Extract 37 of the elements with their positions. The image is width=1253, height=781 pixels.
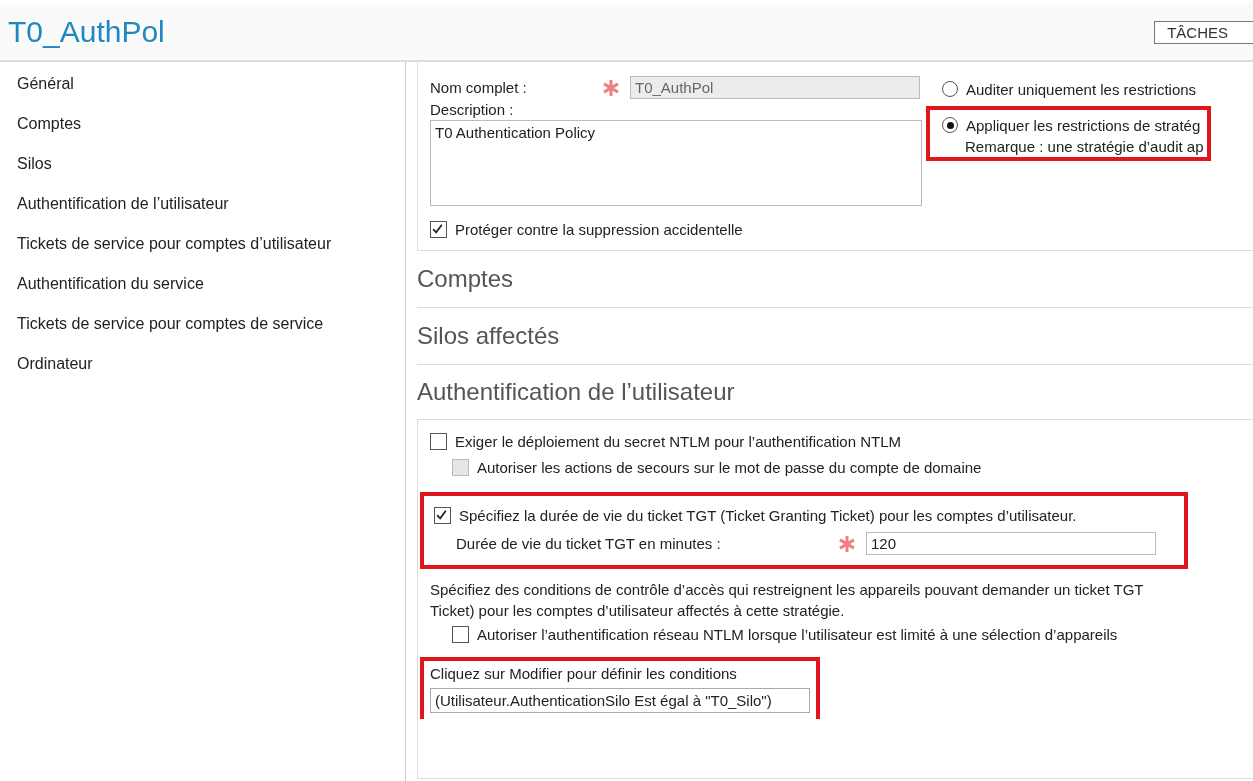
checkbox-label: Autoriser les actions de secours sur le mot de passe du compte de domaine <box>477 458 982 476</box>
checkbox[interactable] <box>430 432 447 450</box>
tasks-button[interactable]: TÂCHES <box>1154 20 1253 44</box>
radio-label: Auditer uniquement les restrictions <box>966 80 1197 98</box>
window-title: T0_AuthPol <box>7 15 165 49</box>
nav-link[interactable]: Comptes <box>0 114 405 154</box>
nav-link[interactable]: Ordinateur <box>0 354 405 394</box>
description-field[interactable]: T0 Authentication Policy <box>430 120 922 206</box>
field-label: Durée de vie du ticket TGT en minutes : <box>456 535 722 552</box>
section-heading[interactable]: Silos affectés <box>417 322 560 350</box>
checkbox-label: Protéger contre la suppression accidentelle <box>455 220 743 238</box>
checkbox-label: Spécifiez la durée de vie du ticket TGT (Ticket Granting Ticket) pour les comptes d’utilisateur. <box>459 506 1077 524</box>
radio-label: Appliquer les restrictions de stratég <box>966 116 1201 134</box>
checkbox[interactable] <box>452 625 469 643</box>
checkbox-label: Exiger le déploiement du secret NTLM pour l’authentification NTLM <box>455 432 902 450</box>
field-label: Description : <box>430 101 515 118</box>
note-text: Remarque : une stratégie d’audit ap <box>964 138 1204 155</box>
name-field[interactable]: T0_AuthPol <box>630 76 920 99</box>
checkbox-label: Autoriser l’authentification réseau NTLM lorsque l’utilisateur est limité à une sélection d’appareils <box>477 625 1118 643</box>
description-text: Ticket) pour les comptes d’utilisateur affectés à cette stratégie. <box>430 601 846 621</box>
checkbox[interactable] <box>434 506 451 524</box>
required-icon <box>602 78 620 97</box>
nav-link[interactable]: Authentification du service <box>0 274 405 314</box>
conditions-field[interactable]: (Utilisateur.AuthenticationSilo Est égal à "T0_Silo") <box>430 688 810 713</box>
nav-link[interactable]: Tickets de service pour comptes de service <box>0 314 405 354</box>
lifetime-field[interactable]: 120 <box>866 532 1156 555</box>
nav-link[interactable]: Tickets de service pour comptes d’utilisateur <box>0 234 405 274</box>
checkbox[interactable] <box>430 220 447 238</box>
nav-link[interactable]: Authentification de l’utilisateur <box>0 194 405 234</box>
field-label: Nom complet : <box>430 79 528 96</box>
description-text: Spécifiez des conditions de contrôle d’accès qui restreignent les appareils pouvant demander un ticket TGT <box>430 580 1145 600</box>
nav-link[interactable]: Général <box>0 74 405 114</box>
section-heading[interactable]: Comptes <box>417 265 514 293</box>
section-heading[interactable]: Authentification de l’utilisateur <box>417 378 735 406</box>
required-icon <box>838 534 856 553</box>
nav-link[interactable]: Silos <box>0 154 405 194</box>
conditions-label: Cliquez sur Modifier pour définir les conditions <box>430 665 738 682</box>
